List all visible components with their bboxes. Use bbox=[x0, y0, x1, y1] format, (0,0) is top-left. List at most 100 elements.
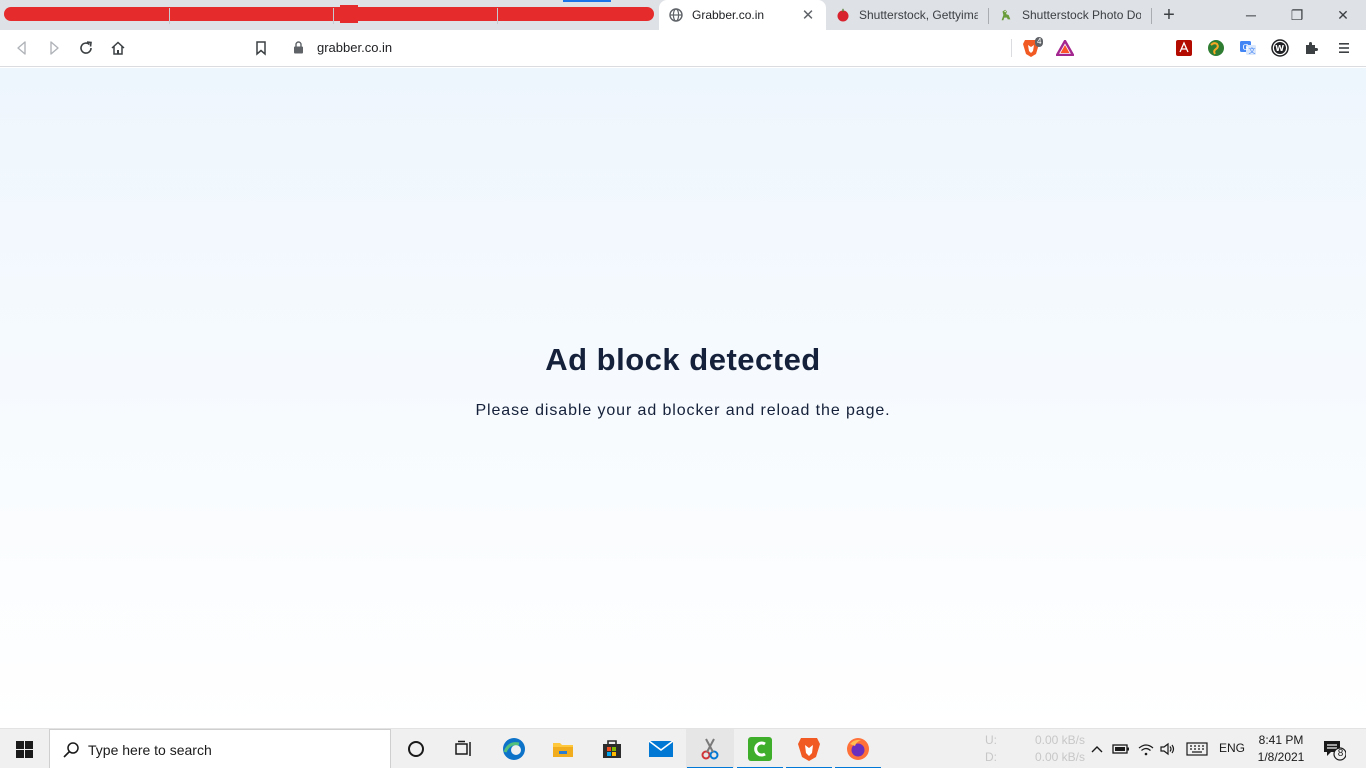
speaker-icon bbox=[1160, 742, 1175, 756]
extensions-button[interactable] bbox=[1302, 38, 1322, 58]
search-placeholder[interactable]: Type here to search bbox=[88, 742, 212, 758]
omnibox-divider bbox=[1011, 39, 1012, 57]
firefox-icon bbox=[847, 738, 869, 760]
keyboard-icon bbox=[1186, 742, 1208, 756]
taskbar-microsoft-store[interactable] bbox=[588, 729, 636, 768]
battery-button[interactable] bbox=[1111, 740, 1131, 758]
folder-icon bbox=[553, 743, 573, 757]
lock-icon[interactable] bbox=[293, 41, 304, 59]
show-hidden-icons-button[interactable] bbox=[1087, 740, 1107, 758]
tab-title: Grabber.co.in bbox=[692, 8, 765, 22]
home-button[interactable] bbox=[106, 36, 130, 60]
notification-count: 8 bbox=[1337, 748, 1344, 759]
clock[interactable]: 8:41 PM 1/8/2021 bbox=[1254, 732, 1308, 766]
svg-text:W: W bbox=[1275, 44, 1284, 53]
cortana-circle-icon bbox=[408, 741, 424, 757]
hamburger-menu-icon bbox=[1339, 43, 1349, 53]
menu-button[interactable] bbox=[1334, 38, 1354, 58]
wifi-button[interactable] bbox=[1136, 740, 1156, 758]
taskbar-camtasia[interactable] bbox=[736, 729, 784, 768]
brave-shields-button[interactable]: 4 bbox=[1021, 37, 1044, 58]
start-button[interactable] bbox=[0, 729, 48, 768]
upload-label: U: bbox=[985, 733, 997, 747]
new-tab-button[interactable]: + bbox=[1158, 4, 1180, 26]
tab-separator bbox=[169, 8, 170, 24]
task-view-icon bbox=[455, 740, 471, 756]
google-translate-extension[interactable]: G文 bbox=[1238, 38, 1258, 58]
url-text[interactable]: grabber.co.in bbox=[317, 40, 392, 55]
store-bag-icon bbox=[603, 740, 621, 758]
home-icon bbox=[111, 41, 125, 55]
tab-grabber[interactable]: Grabber.co.in ✕ bbox=[659, 0, 826, 30]
chevron-up-icon bbox=[1091, 746, 1103, 753]
restore-button[interactable]: ❐ bbox=[1274, 0, 1320, 30]
download-value: 0.00 kB/s bbox=[1034, 750, 1085, 764]
taskbar-edge[interactable] bbox=[490, 729, 538, 768]
tab-title: Shutterstock, Gettyimag bbox=[859, 8, 978, 22]
minimize-button[interactable]: ─ bbox=[1228, 0, 1274, 30]
close-window-button[interactable]: ✕ bbox=[1320, 0, 1366, 30]
touch-keyboard-button[interactable] bbox=[1185, 740, 1209, 758]
taskbar-mail[interactable] bbox=[637, 729, 685, 768]
taskbar-snipping-tool[interactable] bbox=[686, 729, 734, 768]
back-button[interactable] bbox=[10, 36, 34, 60]
clock-time: 8:41 PM bbox=[1258, 733, 1304, 747]
google-translate-icon: G文 bbox=[1240, 41, 1256, 55]
forward-button[interactable] bbox=[42, 36, 66, 60]
redacted-tabs bbox=[4, 7, 654, 21]
taskbar-firefox[interactable] bbox=[834, 729, 882, 768]
tab-shutterstock-photo-downloader[interactable]: Shutterstock Photo Dov bbox=[989, 0, 1151, 30]
adobe-acrobat-extension[interactable] bbox=[1174, 38, 1194, 58]
back-arrow-icon bbox=[17, 41, 26, 55]
wordpress-icon: W bbox=[1271, 39, 1289, 57]
address-bar[interactable]: grabber.co.in bbox=[283, 34, 1083, 62]
tab-separator bbox=[333, 8, 334, 24]
tab-loading-indicator bbox=[563, 0, 611, 2]
tab-shutterstock-gettyimages[interactable]: Shutterstock, Gettyimag bbox=[826, 0, 988, 30]
edge-browser-icon bbox=[503, 738, 525, 760]
bookmark-button[interactable] bbox=[249, 36, 273, 60]
page-viewport: Ad block detected Please disable your ad… bbox=[0, 68, 1366, 728]
wordpress-extension[interactable]: W bbox=[1270, 38, 1290, 58]
taskbar-file-explorer[interactable] bbox=[539, 729, 587, 768]
bookmark-icon bbox=[256, 41, 266, 56]
brave-rewards-triangle-icon bbox=[1056, 40, 1074, 56]
browser-toolbar: grabber.co.in 4 G文 W bbox=[0, 30, 1366, 67]
red-apple-icon bbox=[836, 8, 850, 22]
close-tab-icon[interactable]: ✕ bbox=[800, 7, 816, 24]
download-label: D: bbox=[985, 750, 997, 764]
tab-separator bbox=[1151, 8, 1152, 24]
brave-rewards-button[interactable] bbox=[1055, 38, 1075, 58]
forward-arrow-icon bbox=[50, 41, 59, 55]
globe-icon bbox=[669, 8, 683, 22]
action-center-button[interactable]: 8 bbox=[1322, 739, 1347, 766]
earth-extension-icon bbox=[1208, 40, 1224, 56]
scissors-icon bbox=[701, 738, 719, 760]
windows-taskbar: Type here to search U: 0.00 kB/s D: 0.00… bbox=[0, 728, 1366, 768]
adblock-heading: Ad block detected bbox=[545, 342, 821, 377]
windows-logo-icon bbox=[15, 740, 33, 758]
puzzle-piece-icon bbox=[1306, 42, 1318, 54]
mail-envelope-icon bbox=[648, 740, 674, 757]
task-view-button[interactable] bbox=[440, 729, 488, 768]
reload-icon bbox=[80, 41, 92, 54]
globe-extension[interactable] bbox=[1206, 38, 1226, 58]
reload-button[interactable] bbox=[74, 36, 98, 60]
redacted-tab-icon bbox=[340, 5, 358, 23]
tab-separator bbox=[497, 8, 498, 24]
tab-title: Shutterstock Photo Dov bbox=[1022, 8, 1141, 22]
search-icon bbox=[62, 741, 80, 764]
tab-strip: Grabber.co.in ✕ Shutterstock, Gettyimag … bbox=[0, 0, 1366, 30]
battery-charging-icon bbox=[1112, 744, 1129, 754]
upload-value: 0.00 kB/s bbox=[1034, 733, 1085, 747]
input-language[interactable]: ENG bbox=[1219, 741, 1245, 755]
taskbar-search[interactable]: Type here to search bbox=[49, 729, 391, 768]
cortana-button[interactable] bbox=[392, 729, 440, 768]
dinosaur-icon bbox=[999, 8, 1013, 22]
wifi-icon bbox=[1138, 744, 1154, 756]
clock-date: 1/8/2021 bbox=[1257, 750, 1305, 764]
taskbar-brave[interactable] bbox=[785, 729, 833, 768]
svg-text:文: 文 bbox=[1249, 46, 1256, 55]
volume-button[interactable] bbox=[1158, 740, 1178, 758]
adobe-acrobat-icon bbox=[1176, 40, 1192, 56]
